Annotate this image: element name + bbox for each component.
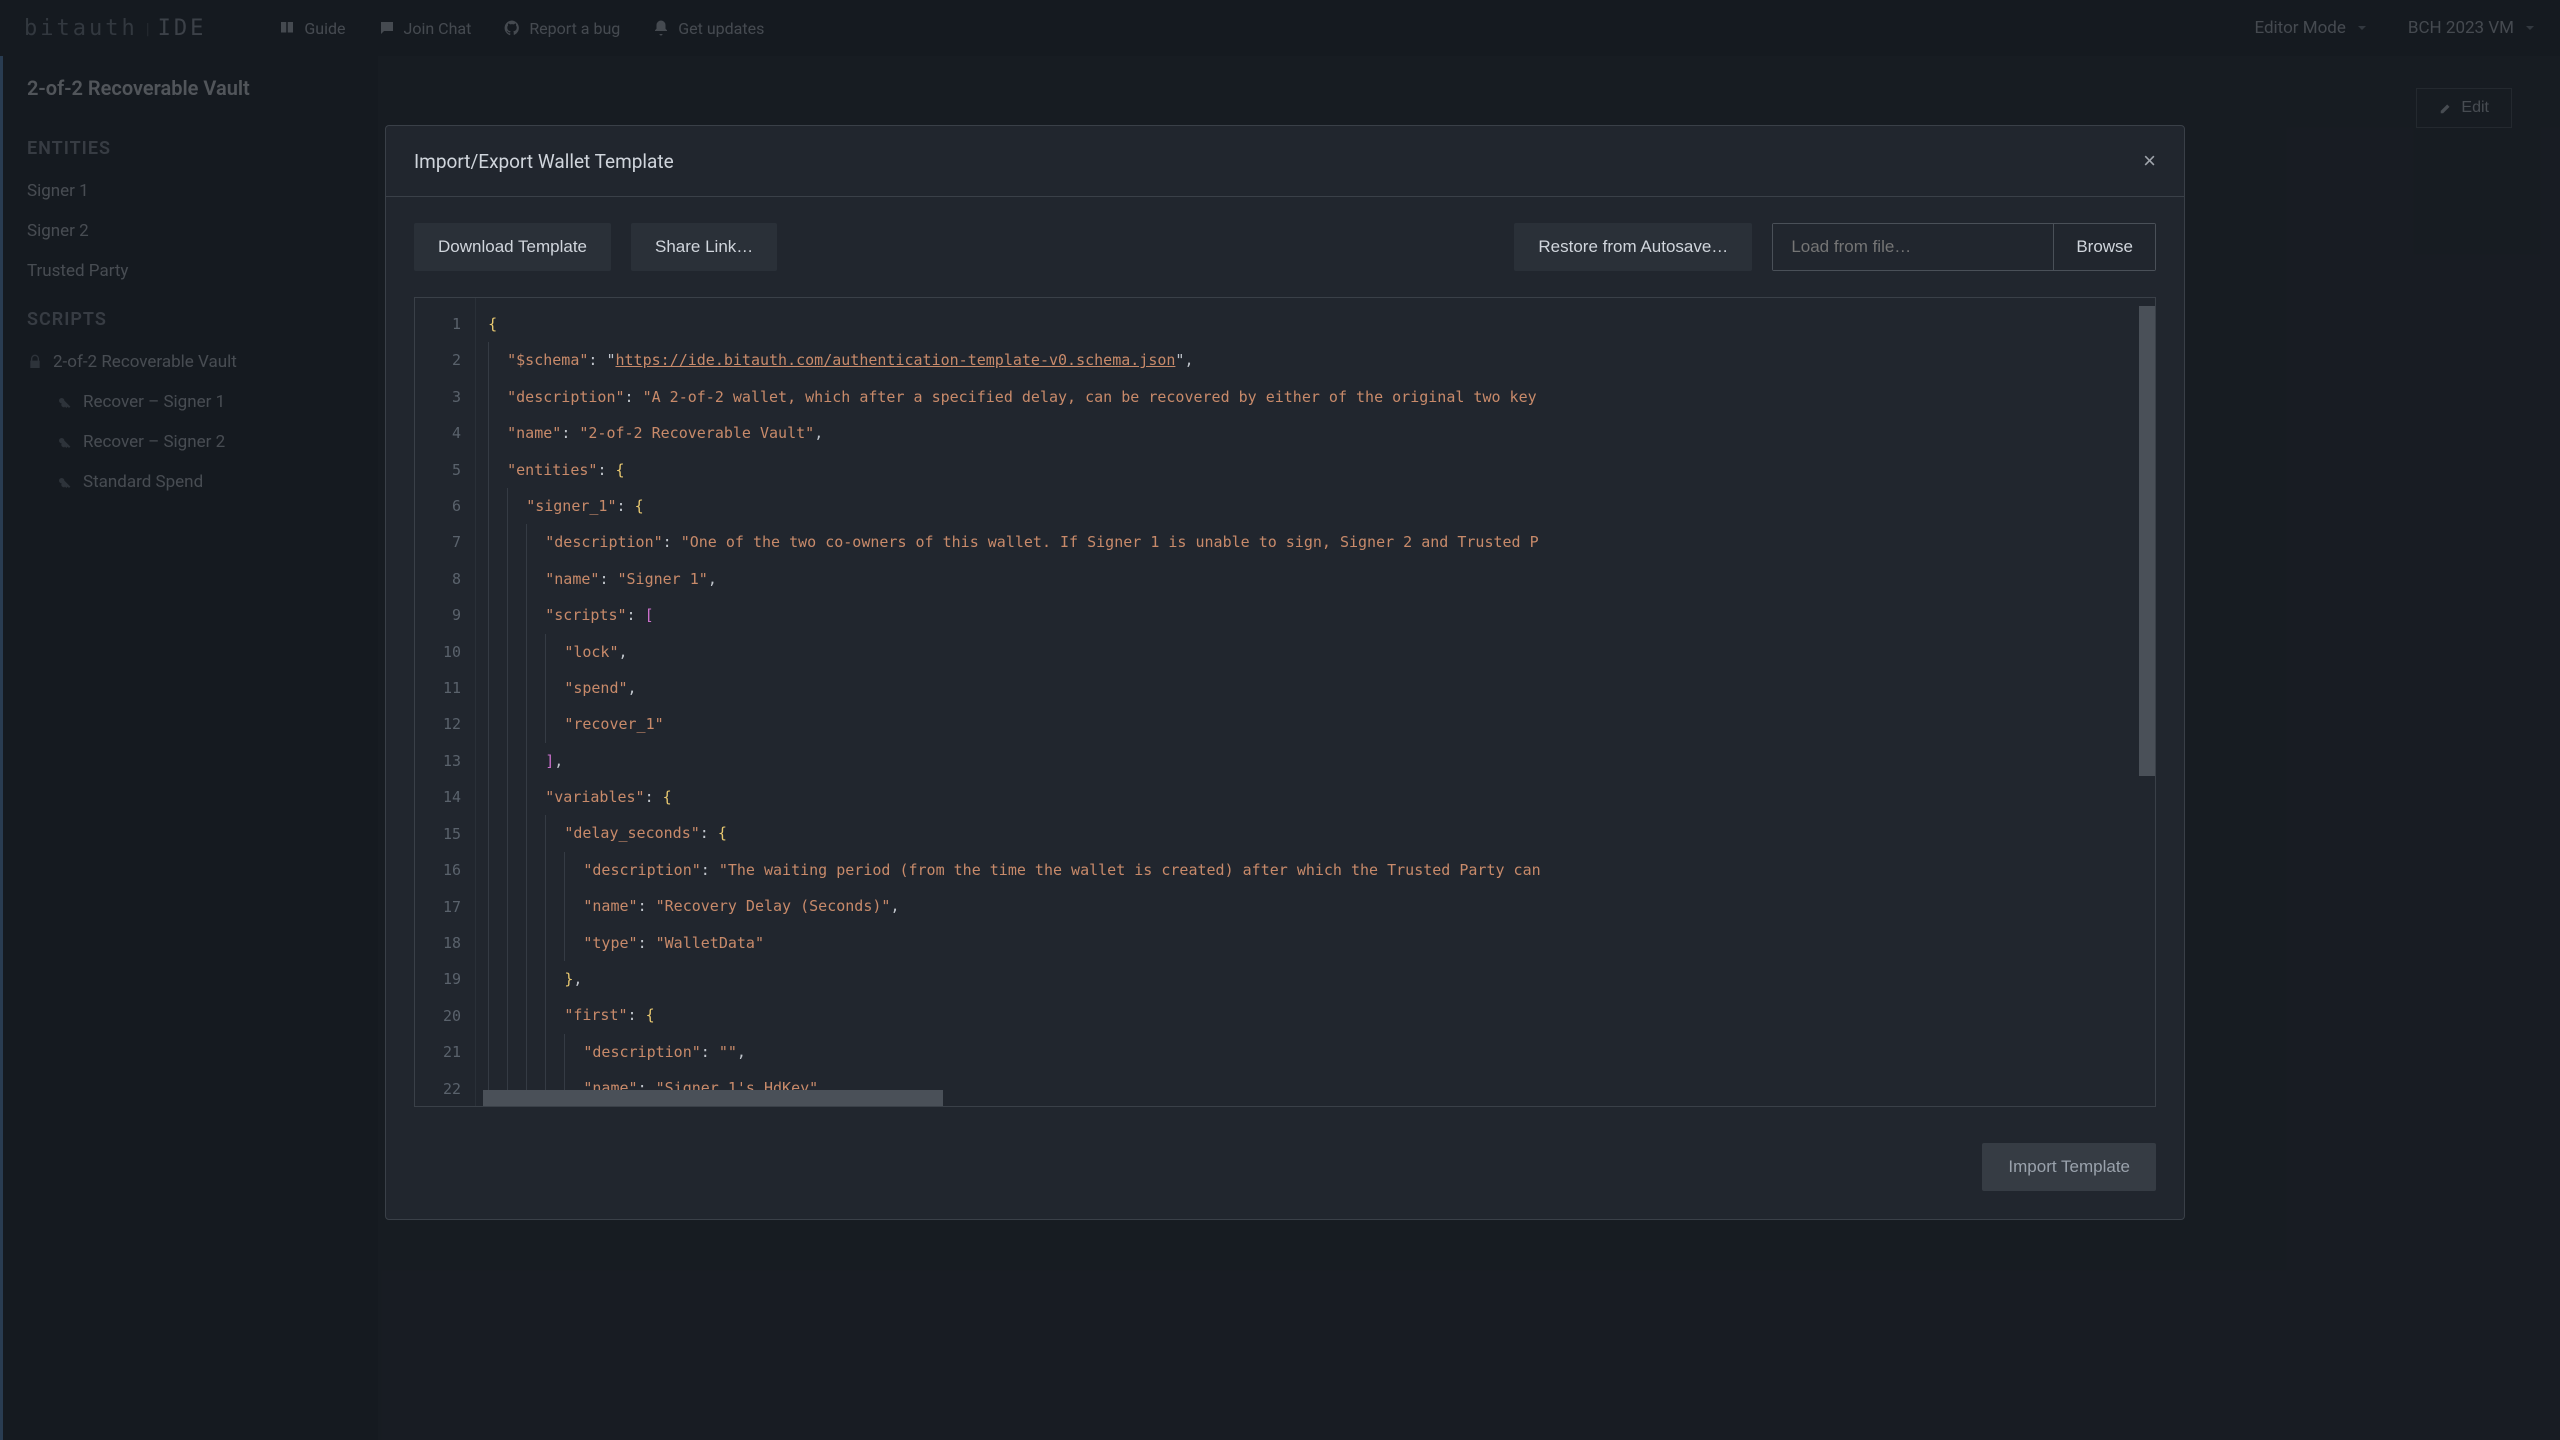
file-input-group: Browse: [1772, 223, 2156, 271]
import-export-dialog: Import/Export Wallet Template × Download…: [385, 125, 2185, 1220]
share-link-button[interactable]: Share Link…: [631, 223, 777, 271]
close-button[interactable]: ×: [2143, 148, 2156, 174]
vertical-scrollbar-thumb[interactable]: [2139, 306, 2155, 776]
import-template-button[interactable]: Import Template: [1982, 1143, 2156, 1191]
dialog-title: Import/Export Wallet Template: [414, 150, 674, 173]
code-content[interactable]: { "$schema": "https://ide.bitauth.com/au…: [476, 298, 2155, 1106]
dialog-footer: Import Template: [386, 1127, 2184, 1219]
json-editor[interactable]: 12345678910111213141516171819202122 { "$…: [414, 297, 2156, 1107]
browse-button[interactable]: Browse: [2053, 224, 2155, 270]
restore-autosave-button[interactable]: Restore from Autosave…: [1514, 223, 1752, 271]
dialog-toolbar: Download Template Share Link… Restore fr…: [386, 197, 2184, 297]
dialog-header: Import/Export Wallet Template ×: [386, 126, 2184, 197]
download-template-button[interactable]: Download Template: [414, 223, 611, 271]
line-gutter: 12345678910111213141516171819202122: [415, 298, 476, 1106]
horizontal-scrollbar-thumb[interactable]: [483, 1090, 943, 1106]
load-file-input[interactable]: [1773, 224, 2053, 270]
